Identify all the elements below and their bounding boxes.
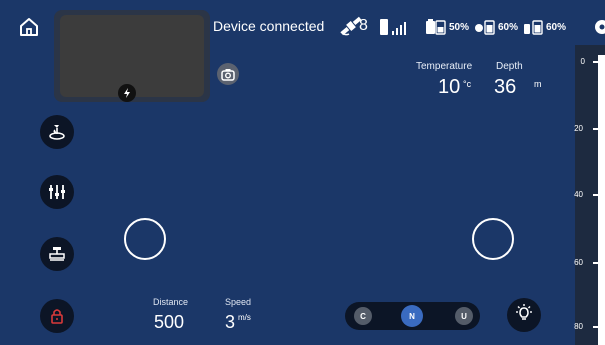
depth-tick-80: 80 xyxy=(574,322,583,331)
winch-button[interactable] xyxy=(40,237,74,271)
depth-unit: m xyxy=(534,79,542,89)
distance-label: Distance xyxy=(153,297,189,307)
depth-tick-60: 60 xyxy=(574,258,583,267)
mode-selector: C N U xyxy=(345,302,480,330)
temperature-value: 10 xyxy=(438,76,461,98)
connection-status: Device connected xyxy=(213,18,325,34)
pack-battery-percent: 60% xyxy=(546,21,567,33)
pack-battery: 60% xyxy=(522,17,566,37)
settings-icon[interactable] xyxy=(590,18,605,36)
signal-strength-icon xyxy=(380,19,406,35)
snapshot-button[interactable] xyxy=(217,63,239,85)
left-joystick[interactable] xyxy=(124,218,166,260)
drone-battery: 60% xyxy=(474,17,518,37)
depth-tick-mark xyxy=(593,128,599,130)
mode-n-button[interactable]: N xyxy=(401,305,423,327)
home-button[interactable] xyxy=(17,15,41,39)
drone-battery-percent: 60% xyxy=(498,21,519,33)
distance-value: 500 xyxy=(154,312,185,332)
rov-control-screen: Device connected 8 50% 60% 60% Temperatu… xyxy=(0,0,605,345)
home-icon xyxy=(20,18,38,36)
depth-label: Depth xyxy=(496,61,523,72)
depth-tick-mark xyxy=(593,262,599,264)
temperature-label: Temperature xyxy=(416,61,473,72)
depth-tick-mark xyxy=(593,194,599,196)
satellite-icon xyxy=(340,16,362,36)
flash-toggle-button[interactable] xyxy=(118,84,136,102)
battery-drone-icon xyxy=(475,20,495,35)
flash-icon xyxy=(124,88,130,98)
light-button[interactable] xyxy=(507,298,541,332)
remote-battery-percent: 50% xyxy=(449,21,470,33)
depth-value: 36 xyxy=(494,76,517,98)
satellite-count: 8 xyxy=(359,17,368,34)
depth-scale-bar xyxy=(598,55,605,345)
speed-unit: m/s xyxy=(238,313,251,322)
camera-icon xyxy=(221,69,235,81)
mode-u-button[interactable]: U xyxy=(455,307,473,325)
sliders-icon xyxy=(49,185,65,199)
depth-tick-mark xyxy=(593,326,599,328)
depth-tick-mark xyxy=(593,61,599,63)
speed-label: Speed xyxy=(225,297,252,307)
winch-icon xyxy=(49,247,65,261)
light-bulb-icon xyxy=(516,304,532,320)
speed-value: 3 xyxy=(225,312,236,332)
gripper-icon xyxy=(49,125,65,140)
mode-c-button[interactable]: C xyxy=(354,307,372,325)
battery-pack-icon xyxy=(524,20,543,35)
adjustments-button[interactable] xyxy=(40,175,74,209)
lock-icon xyxy=(51,309,63,324)
camera-preview-panel xyxy=(54,10,210,102)
remote-battery: 50% xyxy=(425,17,469,37)
depth-tick-20: 20 xyxy=(574,124,583,133)
depth-tick-40: 40 xyxy=(574,190,583,199)
lock-button[interactable] xyxy=(40,299,74,333)
temperature-unit: °c xyxy=(463,79,472,89)
battery-remote-icon xyxy=(426,19,446,35)
gripper-button[interactable] xyxy=(40,115,74,149)
right-joystick[interactable] xyxy=(472,218,514,260)
depth-tick-0: 0 xyxy=(580,57,585,66)
